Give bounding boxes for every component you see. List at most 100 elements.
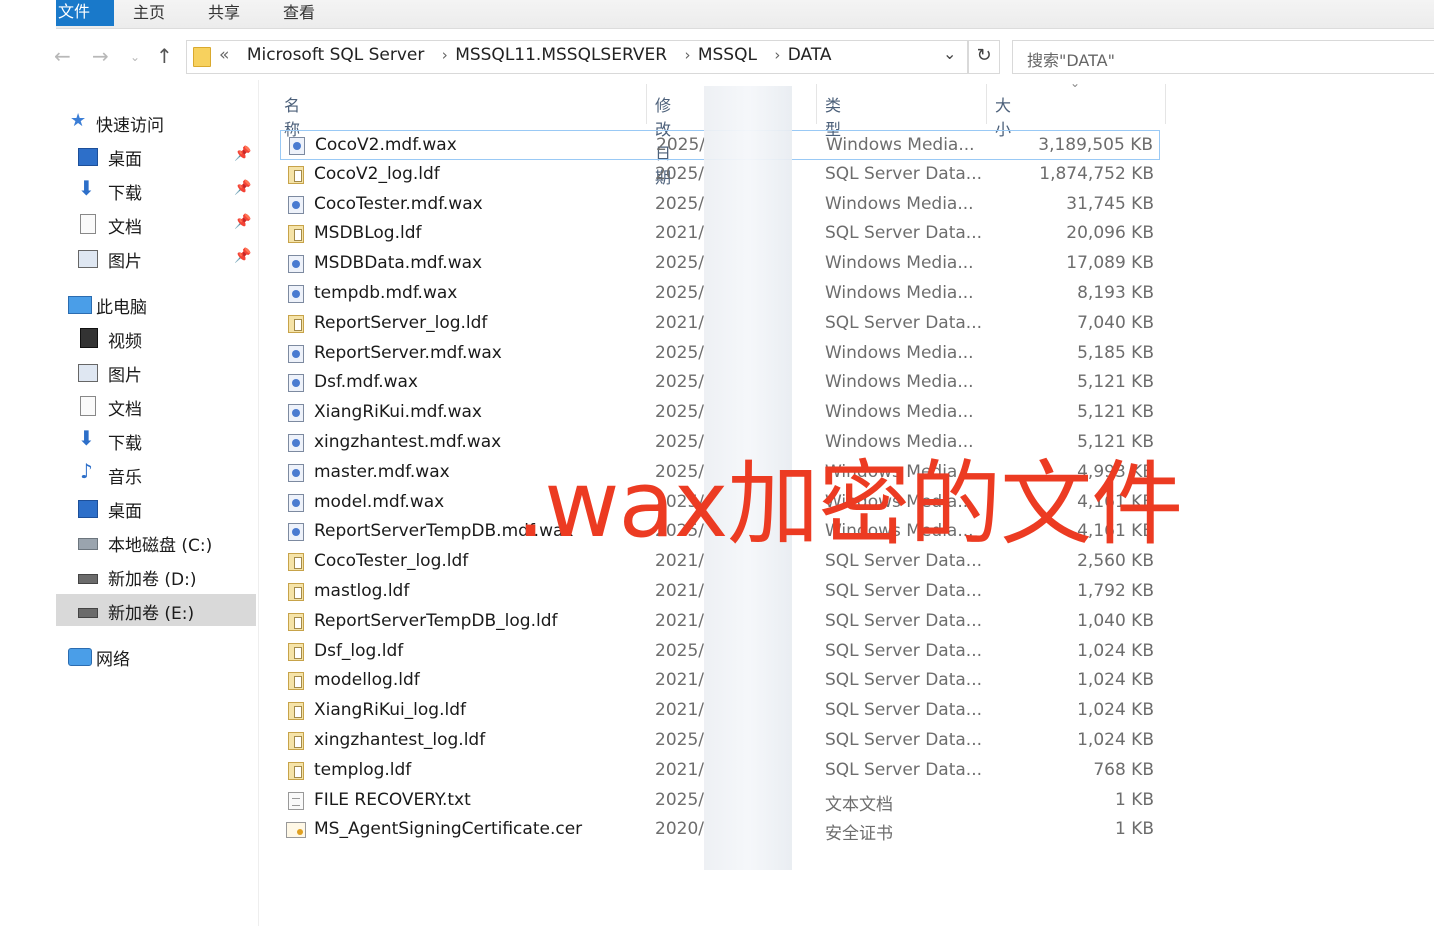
pin-icon[interactable]: 📌 [234,248,251,264]
forward-arrow-icon[interactable]: → [92,44,109,68]
pin-icon[interactable]: 📌 [234,214,251,230]
sidebar-item-drive-e[interactable]: 新加卷 (E:) [56,594,256,626]
ldf-file-icon [288,583,304,601]
sidebar-item-label: 音乐 [108,468,142,488]
file-name: CocoTester_log.ldf [314,551,469,572]
wax-file-icon [288,434,304,452]
file-name: XiangRiKui_log.ldf [314,700,467,721]
sidebar-item-downloads-pc[interactable]: ⬇ 下载 [56,424,256,456]
file-type: Windows Media... [825,283,974,303]
column-divider[interactable] [986,84,987,124]
sidebar-item-this-pc[interactable]: 此电脑 [56,288,256,320]
file-name: modellog.ldf [314,670,420,691]
breadcrumb-overflow[interactable]: « [219,45,229,65]
search-input[interactable]: 搜索"DATA" [1012,40,1434,74]
file-name: MSDBData.mdf.wax [314,253,483,274]
sidebar-item-network[interactable]: 网络 [56,640,256,672]
sidebar-item-pictures[interactable]: 图片 📌 [56,242,256,274]
wax-file-icon [288,463,304,482]
file-type: SQL Server Data... [825,640,983,661]
file-name: mastlog.ldf [314,581,410,601]
file-date: 2025/ [655,402,704,423]
breadcrumb-item[interactable]: DATA [788,45,832,65]
pin-icon[interactable]: 📌 [234,180,251,196]
file-name: ReportServerTempDB_log.ldf [314,610,558,631]
sidebar-item-drive-c[interactable]: 本地磁盘 (C:) [56,526,256,558]
ldf-file-icon [288,672,304,691]
file-name: Dsf_log.ldf [314,640,404,661]
txt-file-icon [288,791,304,810]
file-size: 7,040 KB [1077,312,1154,333]
ribbon-tab-file[interactable]: 文件 [56,0,114,26]
drive-icon [78,538,98,550]
column-divider[interactable] [646,84,647,124]
pin-icon[interactable]: 📌 [234,146,251,162]
chevron-down-icon[interactable]: ⌄ [943,44,956,63]
breadcrumb-item[interactable]: MSSQL11.MSSQLSERVER [455,45,667,65]
file-type: 安全证书 [825,824,893,845]
sidebar-item-quick-access[interactable]: ★ 快速访问 [56,106,256,138]
sidebar-item-documents[interactable]: 文档 📌 [56,208,256,240]
ldf-file-icon [288,612,304,631]
file-size: 3,189,505 KB [1038,135,1153,155]
sidebar-item-drive-d[interactable]: 新加卷 (D:) [56,560,256,592]
ribbon-tab-share[interactable]: 共享 [208,2,240,26]
sidebar-item-pictures-pc[interactable]: 图片 [56,356,256,388]
file-size: 5,121 KB [1077,372,1154,393]
ribbon: 文件 主页 共享 查看 [56,0,1434,29]
sidebar-item-music[interactable]: ♪ 音乐 [56,458,256,490]
sidebar-item-label: 图片 [108,252,142,272]
address-bar[interactable]: « Microsoft SQL Server › MSSQL11.MSSQLSE… [186,40,968,74]
file-date: 2021/ [655,700,704,721]
desktop-icon [78,500,98,518]
file-date: 2025/ [655,730,704,750]
ldf-file-icon [288,165,304,184]
sidebar-item-label: 桌面 [108,502,142,522]
video-icon [80,328,98,348]
chevron-right-icon[interactable]: › [684,46,690,64]
sidebar-item-label: 文档 [108,218,142,238]
file-size: 5,121 KB [1077,402,1154,423]
file-date: 2021/ [655,610,704,631]
sidebar-item-downloads[interactable]: ⬇ 下载 📌 [56,174,256,206]
file-date: 2025/ [656,135,705,155]
file-size: 1,024 KB [1077,730,1154,750]
file-type: Windows Media... [825,193,974,214]
file-name: CocoV2_log.ldf [314,163,440,184]
file-name: ReportServer_log.ldf [314,312,488,333]
pictures-icon [78,364,98,382]
breadcrumb-item[interactable]: Microsoft SQL Server [247,45,425,65]
ribbon-tab-home[interactable]: 主页 [133,2,165,26]
ldf-file-icon [288,314,304,333]
file-size: 1,024 KB [1077,670,1154,691]
download-icon: ⬇ [78,426,95,450]
breadcrumb-item[interactable]: MSSQL [698,45,757,65]
sidebar-item-documents-pc[interactable]: 文档 [56,390,256,422]
recent-dropdown-icon[interactable]: ⌄ [130,50,140,64]
file-date: 2021/ [655,223,704,244]
sidebar-item-label: 下载 [108,434,142,454]
chevron-right-icon[interactable]: › [442,46,448,64]
chevron-right-icon[interactable]: › [774,46,780,64]
sort-indicator-icon: ⌄ [1070,76,1081,90]
sidebar-item-videos[interactable]: 视频 [56,322,256,354]
file-type: Windows Media... [825,342,974,363]
file-size: 1,874,752 KB [1039,163,1154,184]
file-name: tempdb.mdf.wax [314,283,458,303]
file-size: 20,096 KB [1066,223,1154,244]
column-divider[interactable] [816,84,817,124]
sidebar-item-desktop-pc[interactable]: 桌面 [56,492,256,524]
ribbon-tab-view[interactable]: 查看 [283,2,315,26]
file-type: SQL Server Data... [825,163,983,184]
sidebar-item-desktop[interactable]: 桌面 📌 [56,140,256,172]
file-type: SQL Server Data... [825,581,983,601]
desktop-icon [78,148,98,166]
ldf-file-icon [288,732,304,750]
file-date: 2021/ [655,581,704,601]
refresh-icon[interactable]: ↻ [968,40,1000,74]
wax-file-icon [288,195,304,214]
back-arrow-icon[interactable]: ← [54,44,71,68]
column-divider[interactable] [1165,84,1166,124]
up-arrow-icon[interactable]: ↑ [156,44,173,68]
ldf-file-icon [288,225,304,244]
